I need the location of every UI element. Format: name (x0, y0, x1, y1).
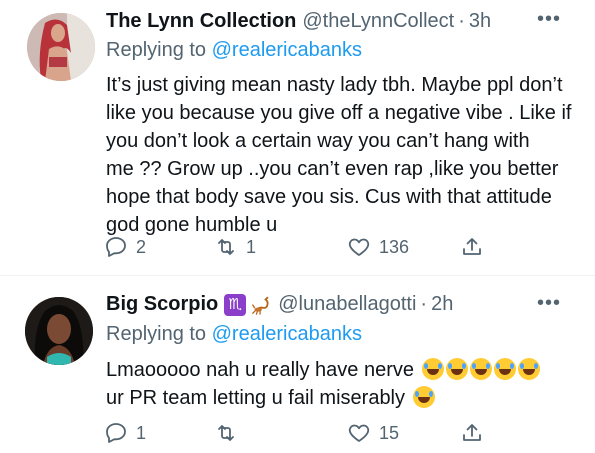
replying-to-link[interactable]: @realericabanks (212, 323, 362, 345)
replying-to-link[interactable]: @realericabanks (212, 39, 362, 61)
replying-to: Replying to @realericabanks (106, 323, 362, 346)
replying-to: Replying to @realericabanks (106, 39, 362, 62)
display-name[interactable]: Big Scorpio (106, 293, 218, 316)
heart-icon (348, 424, 370, 442)
like-button[interactable]: 15 (347, 418, 399, 448)
retweet-icon (218, 239, 234, 255)
retweet-button[interactable] (214, 418, 246, 448)
like-button[interactable]: 136 (347, 232, 409, 262)
avatar[interactable] (25, 297, 93, 365)
share-button[interactable] (460, 418, 484, 448)
share-icon (463, 424, 481, 441)
tweet-header: Big Scorpio ♏ @lunabellagotti · 2h (106, 293, 453, 316)
retweet-count: 1 (246, 236, 257, 257)
user-handle[interactable]: @lunabellagotti (278, 293, 416, 316)
scorpion-icon (252, 296, 269, 315)
reply-icon (106, 237, 126, 257)
laughing-emoji-icon (412, 386, 435, 408)
tweet-text-line: It’s just giving mean nasty lady tbh. Ma… (106, 74, 563, 96)
replying-prefix: Replying to (106, 39, 207, 61)
tweet-header: The Lynn Collection @theLynnCollect · 3h (106, 10, 491, 33)
laughing-emoji-icon (469, 358, 492, 380)
avatar[interactable] (27, 13, 95, 81)
laughing-emoji-icon (493, 358, 516, 380)
user-handle[interactable]: @theLynnCollect (302, 10, 454, 33)
display-name[interactable]: The Lynn Collection (106, 10, 296, 33)
scorpio-badge-icon: ♏ (224, 293, 247, 316)
reply-icon (106, 423, 126, 443)
reply-count: 2 (136, 236, 147, 257)
timestamp[interactable]: 3h (469, 10, 491, 33)
laughing-emoji-icon (421, 358, 444, 380)
share-button[interactable] (460, 232, 484, 262)
laughing-emoji-icon (445, 358, 468, 380)
retweet-button[interactable]: 1 (214, 232, 256, 262)
laughing-emoji-icon (517, 358, 540, 380)
tweet-1[interactable]: The Lynn Collection @theLynnCollect · 3h… (0, 0, 595, 275)
reply-button[interactable]: 1 (104, 418, 146, 448)
timestamp[interactable]: 2h (431, 293, 453, 316)
tweet-text-line: hope that body save you sis. Cus with th… (106, 186, 552, 208)
tweet-text-line: me ?? Grow up ..you can’t even rap ,like… (106, 158, 559, 180)
tweet-text-line: ur PR team letting u fail miserably (106, 384, 576, 412)
more-options-icon[interactable]: ••• (537, 292, 561, 315)
share-icon (463, 238, 481, 255)
heart-icon (348, 238, 370, 256)
reply-button[interactable]: 2 (104, 232, 146, 262)
tweet-text-line: you don’t look a certain way you can’t h… (106, 130, 530, 152)
tweet-actions: 2 1 136 (104, 232, 564, 262)
like-count: 15 (379, 422, 400, 443)
retweet-icon (218, 425, 234, 441)
tweet-text-segment: Lmaooooo nah u really have nerve (106, 359, 414, 381)
tweet-text: Lmaooooo nah u really have nerve ur PR t… (106, 356, 576, 412)
tweet-2[interactable]: Big Scorpio ♏ @lunabellagotti · 2h ••• R… (0, 276, 595, 453)
more-options-icon[interactable]: ••• (537, 8, 561, 31)
separator-dot: · (420, 293, 428, 315)
tweet-text-line: Lmaooooo nah u really have nerve (106, 356, 576, 384)
tweet-text: It’s just giving mean nasty lady tbh. Ma… (106, 71, 576, 239)
tweet-actions: 1 15 (104, 418, 564, 448)
like-count: 136 (379, 236, 410, 257)
avatar-photo (27, 13, 95, 81)
tweet-text-line: like you because you give off a negative… (106, 102, 572, 124)
replying-prefix: Replying to (106, 323, 207, 345)
reply-count: 1 (136, 422, 147, 443)
tweet-text-segment: ur PR team letting u fail miserably (106, 387, 406, 409)
separator-dot: · (458, 10, 465, 32)
avatar-photo (25, 297, 93, 365)
